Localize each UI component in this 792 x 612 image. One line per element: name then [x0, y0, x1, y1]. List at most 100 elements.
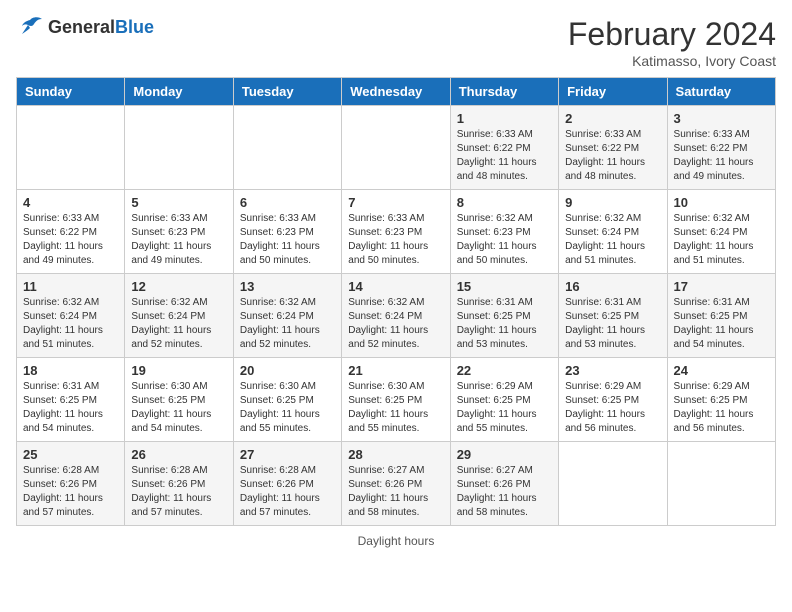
- day-number: 26: [131, 447, 226, 462]
- day-detail: Sunrise: 6:30 AM Sunset: 6:25 PM Dayligh…: [240, 380, 335, 436]
- day-header-tuesday: Tuesday: [233, 78, 341, 106]
- day-number: 12: [131, 279, 226, 294]
- day-number: 16: [565, 279, 660, 294]
- day-number: 22: [457, 363, 552, 378]
- calendar-cell: 6 Sunrise: 6:33 AM Sunset: 6:23 PM Daylig…: [233, 190, 341, 274]
- calendar-cell: 15Sunrise: 6:31 AM Sunset: 6:25 PM Dayli…: [450, 274, 558, 358]
- calendar-cell: [667, 442, 775, 526]
- calendar-subtitle: Katimasso, Ivory Coast: [568, 53, 776, 69]
- day-number: 4: [23, 195, 118, 210]
- calendar-week-1: 1 Sunrise: 6:33 AM Sunset: 6:22 PM Daylig…: [17, 106, 776, 190]
- logo-bird-icon: [16, 16, 44, 38]
- day-number: 6: [240, 195, 335, 210]
- calendar-cell: 26 Sunrise: 6:28 AM Sunset: 6:26 PM Dayli…: [125, 442, 233, 526]
- day-number: 13: [240, 279, 335, 294]
- calendar-cell: 7 Sunrise: 6:33 AM Sunset: 6:23 PM Daylig…: [342, 190, 450, 274]
- calendar-table: SundayMondayTuesdayWednesdayThursdayFrid…: [16, 77, 776, 526]
- calendar-week-5: 25Sunrise: 6:28 AM Sunset: 6:26 PM Dayli…: [17, 442, 776, 526]
- day-detail: Sunrise: 6:33 AM Sunset: 6:22 PM Dayligh…: [565, 128, 660, 184]
- day-detail: Sunrise: 6:33 AM Sunset: 6:22 PM Dayligh…: [457, 128, 552, 184]
- day-detail: Sunrise: 6:32 AM Sunset: 6:24 PM Dayligh…: [565, 212, 660, 268]
- day-number: 7: [348, 195, 443, 210]
- day-header-wednesday: Wednesday: [342, 78, 450, 106]
- calendar-cell: [17, 106, 125, 190]
- day-detail: Sunrise: 6:33 AM Sunset: 6:23 PM Dayligh…: [348, 212, 443, 268]
- logo-text: GeneralBlue: [48, 17, 154, 38]
- day-number: 19: [131, 363, 226, 378]
- calendar-cell: 19 Sunrise: 6:30 AM Sunset: 6:25 PM Dayli…: [125, 358, 233, 442]
- day-number: 11: [23, 279, 118, 294]
- day-detail: Sunrise: 6:29 AM Sunset: 6:25 PM Dayligh…: [457, 380, 552, 436]
- calendar-week-3: 11 Sunrise: 6:32 AM Sunset: 6:24 PM Dayli…: [17, 274, 776, 358]
- day-header-saturday: Saturday: [667, 78, 775, 106]
- header: GeneralBlue February 2024 Katimasso, Ivo…: [16, 16, 776, 69]
- day-number: 28: [348, 447, 443, 462]
- calendar-cell: 29 Sunrise: 6:27 AM Sunset: 6:26 PM Dayli…: [450, 442, 558, 526]
- day-number: 23: [565, 363, 660, 378]
- day-detail: Sunrise: 6:29 AM Sunset: 6:25 PM Dayligh…: [674, 380, 769, 436]
- logo-blue: Blue: [115, 17, 154, 37]
- day-number: 20: [240, 363, 335, 378]
- calendar-cell: 5Sunrise: 6:33 AM Sunset: 6:23 PM Daylig…: [125, 190, 233, 274]
- day-detail: Sunrise: 6:28 AM Sunset: 6:26 PM Dayligh…: [23, 464, 118, 520]
- day-detail: Sunrise: 6:32 AM Sunset: 6:23 PM Dayligh…: [457, 212, 552, 268]
- calendar-cell: 2Sunrise: 6:33 AM Sunset: 6:22 PM Daylig…: [559, 106, 667, 190]
- calendar-cell: 13 Sunrise: 6:32 AM Sunset: 6:24 PM Dayli…: [233, 274, 341, 358]
- calendar-cell: 28 Sunrise: 6:27 AM Sunset: 6:26 PM Dayli…: [342, 442, 450, 526]
- calendar-cell: 21Sunrise: 6:30 AM Sunset: 6:25 PM Dayli…: [342, 358, 450, 442]
- calendar-cell: 1 Sunrise: 6:33 AM Sunset: 6:22 PM Daylig…: [450, 106, 558, 190]
- calendar-cell: 10Sunrise: 6:32 AM Sunset: 6:24 PM Dayli…: [667, 190, 775, 274]
- calendar-week-4: 18 Sunrise: 6:31 AM Sunset: 6:25 PM Dayli…: [17, 358, 776, 442]
- day-header-friday: Friday: [559, 78, 667, 106]
- day-number: 8: [457, 195, 552, 210]
- calendar-week-2: 4Sunrise: 6:33 AM Sunset: 6:22 PM Daylig…: [17, 190, 776, 274]
- day-number: 17: [674, 279, 769, 294]
- day-detail: Sunrise: 6:32 AM Sunset: 6:24 PM Dayligh…: [240, 296, 335, 352]
- day-detail: Sunrise: 6:33 AM Sunset: 6:22 PM Dayligh…: [674, 128, 769, 184]
- calendar-cell: 16Sunrise: 6:31 AM Sunset: 6:25 PM Dayli…: [559, 274, 667, 358]
- calendar-cell: 14 Sunrise: 6:32 AM Sunset: 6:24 PM Dayli…: [342, 274, 450, 358]
- calendar-cell: 3 Sunrise: 6:33 AM Sunset: 6:22 PM Daylig…: [667, 106, 775, 190]
- calendar-title: February 2024: [568, 16, 776, 53]
- day-number: 9: [565, 195, 660, 210]
- day-number: 18: [23, 363, 118, 378]
- calendar-cell: [125, 106, 233, 190]
- calendar-cell: 27Sunrise: 6:28 AM Sunset: 6:26 PM Dayli…: [233, 442, 341, 526]
- logo-general: General: [48, 17, 115, 37]
- day-header-thursday: Thursday: [450, 78, 558, 106]
- day-number: 24: [674, 363, 769, 378]
- logo: GeneralBlue: [16, 16, 154, 38]
- calendar-cell: [342, 106, 450, 190]
- day-number: 29: [457, 447, 552, 462]
- calendar-cell: 9 Sunrise: 6:32 AM Sunset: 6:24 PM Daylig…: [559, 190, 667, 274]
- calendar-cell: [559, 442, 667, 526]
- day-detail: Sunrise: 6:31 AM Sunset: 6:25 PM Dayligh…: [457, 296, 552, 352]
- calendar-cell: 24 Sunrise: 6:29 AM Sunset: 6:25 PM Dayli…: [667, 358, 775, 442]
- day-number: 3: [674, 111, 769, 126]
- calendar-cell: 23 Sunrise: 6:29 AM Sunset: 6:25 PM Dayli…: [559, 358, 667, 442]
- day-detail: Sunrise: 6:33 AM Sunset: 6:23 PM Dayligh…: [240, 212, 335, 268]
- day-number: 14: [348, 279, 443, 294]
- footer: Daylight hours: [16, 534, 776, 548]
- calendar-cell: 11 Sunrise: 6:32 AM Sunset: 6:24 PM Dayli…: [17, 274, 125, 358]
- calendar-cell: [233, 106, 341, 190]
- title-block: February 2024 Katimasso, Ivory Coast: [568, 16, 776, 69]
- day-detail: Sunrise: 6:27 AM Sunset: 6:26 PM Dayligh…: [348, 464, 443, 520]
- day-detail: Sunrise: 6:29 AM Sunset: 6:25 PM Dayligh…: [565, 380, 660, 436]
- day-detail: Sunrise: 6:33 AM Sunset: 6:23 PM Dayligh…: [131, 212, 226, 268]
- day-detail: Sunrise: 6:30 AM Sunset: 6:25 PM Dayligh…: [131, 380, 226, 436]
- day-detail: Sunrise: 6:32 AM Sunset: 6:24 PM Dayligh…: [23, 296, 118, 352]
- calendar-cell: 22 Sunrise: 6:29 AM Sunset: 6:25 PM Dayli…: [450, 358, 558, 442]
- day-detail: Sunrise: 6:32 AM Sunset: 6:24 PM Dayligh…: [348, 296, 443, 352]
- day-header-sunday: Sunday: [17, 78, 125, 106]
- day-detail: Sunrise: 6:28 AM Sunset: 6:26 PM Dayligh…: [131, 464, 226, 520]
- day-detail: Sunrise: 6:28 AM Sunset: 6:26 PM Dayligh…: [240, 464, 335, 520]
- day-number: 10: [674, 195, 769, 210]
- footer-text: Daylight hours: [358, 534, 435, 548]
- calendar-cell: 4Sunrise: 6:33 AM Sunset: 6:22 PM Daylig…: [17, 190, 125, 274]
- day-number: 1: [457, 111, 552, 126]
- calendar-cell: 20 Sunrise: 6:30 AM Sunset: 6:25 PM Dayli…: [233, 358, 341, 442]
- day-detail: Sunrise: 6:31 AM Sunset: 6:25 PM Dayligh…: [23, 380, 118, 436]
- day-detail: Sunrise: 6:31 AM Sunset: 6:25 PM Dayligh…: [674, 296, 769, 352]
- day-detail: Sunrise: 6:27 AM Sunset: 6:26 PM Dayligh…: [457, 464, 552, 520]
